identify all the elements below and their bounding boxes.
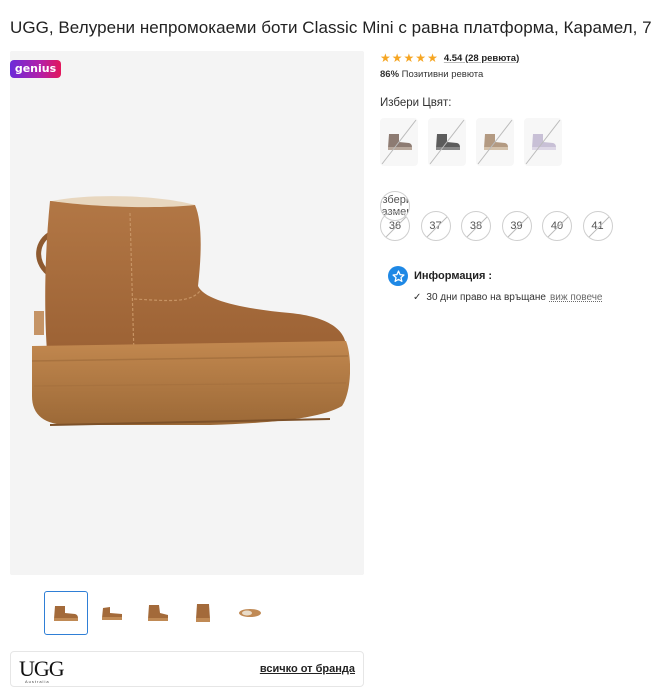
unavailable-slash-icon bbox=[477, 119, 513, 165]
thumbnail-boot-front[interactable] bbox=[90, 591, 134, 635]
see-more-link[interactable]: виж повече bbox=[550, 292, 603, 303]
color-option-lavender[interactable] bbox=[524, 118, 562, 166]
star-half-icon: ★ bbox=[427, 51, 438, 65]
unavailable-slash-icon bbox=[381, 119, 417, 165]
genius-badge: genius bbox=[10, 60, 61, 78]
star-icon: ★ bbox=[391, 51, 403, 65]
thumbnail-boot-side[interactable] bbox=[44, 591, 88, 635]
unavailable-slash-icon bbox=[425, 215, 448, 239]
boot-thumbnail-icon bbox=[102, 607, 122, 620]
brand-logo-subtext: Australia bbox=[25, 679, 50, 684]
info-title: Информация : bbox=[414, 270, 493, 282]
return-policy-text: 30 дни право на връщане bbox=[426, 292, 546, 303]
thumbnail-strip bbox=[44, 591, 274, 635]
boot-thumbnail-icon bbox=[54, 606, 78, 621]
rating-value: 4.54 bbox=[443, 52, 463, 64]
brand-bar: UGG Australia всичко от бранда bbox=[10, 651, 364, 687]
main-product-image[interactable] bbox=[30, 191, 350, 481]
color-label: Избери Цвят: bbox=[380, 97, 452, 109]
unavailable-slash-icon bbox=[465, 215, 489, 239]
size-option[interactable]: 40 bbox=[542, 211, 572, 241]
star-icon: ★ bbox=[403, 51, 415, 65]
rating-summary[interactable]: ★ ★ ★ ★ ★ 4.54 (28 ревюта) bbox=[380, 51, 519, 65]
thumbnail-boot-sole[interactable] bbox=[228, 591, 272, 635]
check-icon: ✓ bbox=[413, 292, 422, 303]
size-option[interactable]: 36 bbox=[380, 211, 410, 241]
boot-thumbnail-icon bbox=[148, 605, 168, 621]
return-policy: ✓ 30 дни право на връщане виж повече bbox=[413, 292, 603, 303]
info-block: Информация : ✓ 30 дни право на връщане в… bbox=[388, 266, 638, 303]
size-options: 36 37 38 39 40 41 bbox=[380, 211, 623, 241]
product-gallery[interactable]: genius bbox=[10, 51, 364, 575]
thumbnail-boot-angle[interactable] bbox=[136, 591, 180, 635]
unavailable-slash-icon bbox=[546, 215, 570, 239]
size-option[interactable]: 41 bbox=[582, 211, 613, 241]
thumbnail-boot-back[interactable] bbox=[182, 591, 226, 635]
size-option[interactable]: 39 bbox=[501, 211, 532, 241]
unavailable-slash-icon bbox=[587, 215, 610, 239]
color-option-charcoal[interactable] bbox=[428, 118, 466, 166]
rating-stars: ★ ★ ★ ★ ★ bbox=[380, 52, 439, 64]
positive-percent: 86% bbox=[380, 69, 400, 80]
color-options bbox=[380, 118, 572, 166]
unavailable-slash-icon bbox=[506, 215, 529, 239]
unavailable-slash-icon bbox=[384, 215, 408, 239]
all-from-brand-link[interactable]: всичко от бранда bbox=[260, 663, 355, 675]
brand-logo[interactable]: UGG Australia bbox=[19, 656, 79, 684]
unavailable-slash-icon bbox=[525, 119, 561, 165]
positive-label: Позитивни ревюта bbox=[401, 69, 484, 80]
rating-link[interactable]: 4.54 (28 ревюта) bbox=[444, 53, 519, 64]
boot-thumbnail-icon bbox=[196, 604, 210, 622]
review-count: (28 ревюта) bbox=[464, 52, 520, 64]
info-header: Информация : bbox=[388, 266, 638, 286]
size-option[interactable]: 37 bbox=[420, 211, 451, 241]
boot-thumbnail-icon bbox=[239, 609, 261, 617]
star-badge-icon bbox=[388, 266, 408, 286]
star-icon: ★ bbox=[380, 51, 391, 65]
star-icon: ★ bbox=[415, 51, 427, 65]
product-title: UGG, Велурени непромокаеми боти Classic … bbox=[10, 18, 652, 37]
brand-logo-text: UGG bbox=[19, 656, 65, 681]
unavailable-slash-icon bbox=[429, 119, 465, 165]
positive-reviews: 86% Позитивни ревюта bbox=[380, 69, 483, 80]
color-option-sand[interactable] bbox=[476, 118, 514, 166]
color-option-taupe[interactable] bbox=[380, 118, 418, 166]
size-option[interactable]: 38 bbox=[461, 211, 491, 241]
